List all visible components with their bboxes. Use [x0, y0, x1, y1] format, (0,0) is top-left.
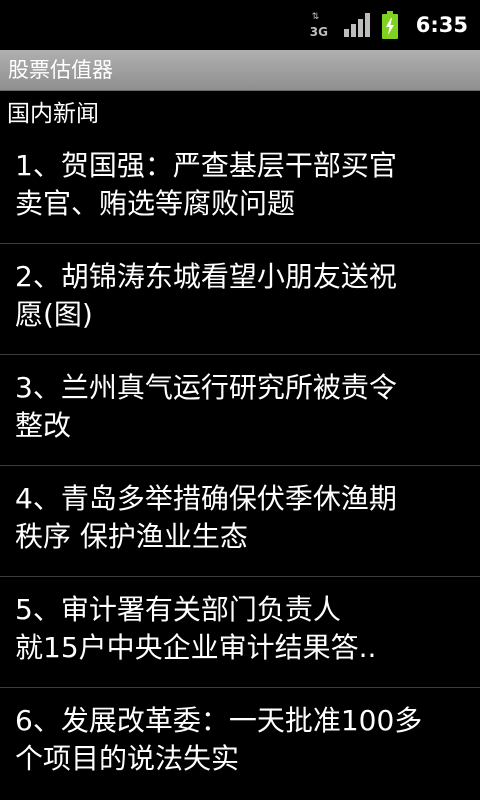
status-icons: ⇅ 3G 6:35 [310, 0, 468, 50]
news-item-3[interactable]: 3、兰州真气运行研究所被责令 整改 [0, 354, 480, 465]
news-item-line2: 就15户中央企业审计结果答.. [15, 631, 377, 664]
news-item-line1: 3、兰州真气运行研究所被责令 [15, 371, 397, 404]
news-item-line1: 6、发展改革委：一天批准100多 [15, 704, 423, 737]
news-item-1[interactable]: 1、贺国强：严查基层干部买官 卖官、贿选等腐败问题 [0, 133, 480, 243]
data-arrows-icon: ⇅ 3G [309, 12, 328, 39]
news-list: 1、贺国强：严查基层干部买官 卖官、贿选等腐败问题 2、胡锦涛东城看望小朋友送祝… [0, 133, 480, 798]
news-item-line1: 5、审计署有关部门负责人 [15, 593, 341, 626]
news-item-line2: 个项目的说法失实 [15, 742, 240, 775]
news-item-line1: 2、胡锦涛东城看望小朋友送祝 [15, 260, 397, 293]
news-item-line1: 4、青岛多举措确保伏季休渔期 [15, 482, 397, 515]
app-title-bar: 股票估值器 [0, 50, 480, 91]
section-header: 国内新闻 [7, 101, 99, 127]
lightning-bolt-icon [385, 18, 394, 35]
signal-strength-icon [343, 13, 370, 37]
news-item-line1: 1、贺国强：严查基层干部买官 [15, 149, 397, 182]
network-type-label: 3G [309, 25, 328, 39]
status-clock: 6:35 [415, 13, 468, 37]
news-item-6[interactable]: 6、发展改革委：一天批准100多 个项目的说法失实 [0, 687, 480, 798]
app-title: 股票估值器 [8, 58, 113, 82]
news-item-line2: 整改 [15, 409, 72, 442]
battery-charging-icon [381, 11, 398, 39]
status-bar: ⇅ 3G 6:35 [0, 0, 480, 50]
news-item-line2: 秩序 保护渔业生态 [15, 520, 248, 553]
news-item-5[interactable]: 5、审计署有关部门负责人 就15户中央企业审计结果答.. [0, 576, 480, 687]
news-item-line2: 愿(图) [15, 298, 93, 331]
news-item-2[interactable]: 2、胡锦涛东城看望小朋友送祝 愿(图) [0, 243, 480, 354]
news-item-4[interactable]: 4、青岛多举措确保伏季休渔期 秩序 保护渔业生态 [0, 465, 480, 576]
news-item-line2: 卖官、贿选等腐败问题 [15, 187, 296, 220]
